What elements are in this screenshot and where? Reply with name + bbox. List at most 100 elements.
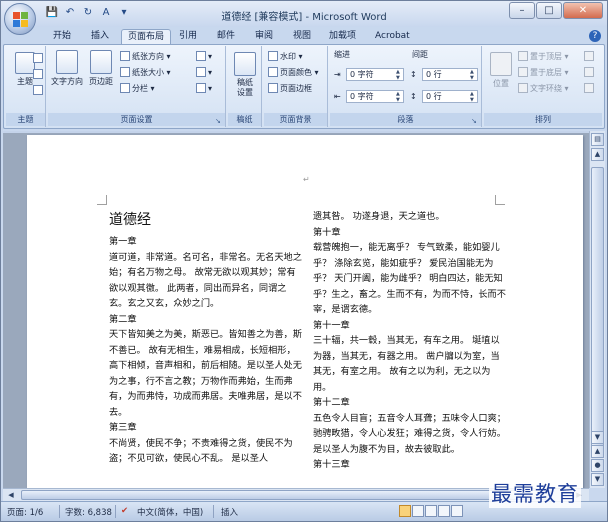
web-layout-view-icon[interactable] xyxy=(425,505,437,517)
help-icon[interactable]: ? xyxy=(589,30,601,42)
scroll-down-icon[interactable]: ▼ xyxy=(591,431,604,444)
align-icon[interactable] xyxy=(584,50,596,63)
browse-object-icon[interactable]: ● xyxy=(591,459,604,472)
indent-left-input[interactable]: 0 字符 xyxy=(346,68,404,81)
office-button[interactable] xyxy=(4,3,36,35)
orientation-button[interactable]: 纸张方向 ▾ xyxy=(120,50,171,63)
vertical-scroll-thumb[interactable] xyxy=(591,167,604,457)
breaks-button[interactable]: ▾ xyxy=(196,50,212,63)
tab-review[interactable]: 审阅 xyxy=(249,29,279,44)
tab-references[interactable]: 引用 xyxy=(173,29,203,44)
bring-to-front-icon xyxy=(518,51,528,61)
indent-right-input[interactable]: 0 字符 xyxy=(346,90,404,103)
tab-mailings[interactable]: 邮件 xyxy=(211,29,241,44)
draft-view-icon[interactable] xyxy=(451,505,463,517)
chapter-text: 遗其咎。 功遂身退，天之道也。 xyxy=(313,211,445,222)
line-numbers-button[interactable]: ▾ xyxy=(196,66,212,79)
group-label-arrange: 排列 xyxy=(484,113,602,126)
spacing-after-input[interactable]: 0 行 xyxy=(422,90,478,103)
outline-view-icon[interactable] xyxy=(438,505,450,517)
tab-home[interactable]: 开始 xyxy=(47,29,77,44)
language-indicator[interactable]: 中文(简体，中国) xyxy=(137,506,203,518)
ruler-toggle-icon[interactable]: ▤ xyxy=(591,133,604,146)
previous-page-icon[interactable]: ▲ xyxy=(591,445,604,458)
full-screen-reading-view-icon[interactable] xyxy=(412,505,424,517)
tab-addins[interactable]: 加载项 xyxy=(323,29,362,44)
group-label-theme: 主题 xyxy=(6,113,45,126)
chapter-text: 五色令人目盲；五音令人耳聋；五味令人口爽；驰骋畋猎，令人心发狂；难得之货，令人行… xyxy=(313,412,506,455)
chapter-heading: 第二章 xyxy=(109,313,137,325)
group-label-page-background: 页面背景 xyxy=(264,113,327,126)
document-area: ↵ 道德经 第一章 道可道，非常道。名可名，非常名。无名天地之始；有名万物之母。… xyxy=(3,131,589,488)
spacing-after-icon: ↕ xyxy=(410,92,417,101)
line-numbers-icon xyxy=(196,67,206,77)
next-page-icon[interactable]: ▼ xyxy=(591,473,604,486)
page-setup-launcher-icon[interactable]: ↘ xyxy=(215,117,223,125)
group-objects-icon[interactable] xyxy=(584,66,596,79)
ribbon-tabs: 开始 插入 页面布局 引用 邮件 审阅 视图 加载项 Acrobat ? xyxy=(1,27,607,44)
text-direction-button[interactable]: 文字方向 xyxy=(50,50,84,87)
word-window: 💾 ↶ ↻ A ▾ 道德经 [兼容模式] - Microsoft Word – … xyxy=(0,0,608,522)
page-borders-button[interactable]: 页面边框 xyxy=(268,82,312,95)
document-right-column: 遗其咎。 功遂身退，天之道也。 第十章 载营魄抱一，能无离乎？ 专气致柔，能如婴… xyxy=(313,209,507,473)
document-page[interactable]: ↵ 道德经 第一章 道可道，非常道。名可名，非常名。无名天地之始；有名万物之母。… xyxy=(27,135,583,488)
page-color-button[interactable]: 页面颜色 ▾ xyxy=(268,66,319,79)
page-borders-icon xyxy=(268,83,278,93)
scroll-up-icon[interactable]: ▲ xyxy=(591,148,604,161)
group-label-paragraph: 段落 xyxy=(330,113,481,126)
wrap-text-button[interactable]: 文字环绕 ▾ xyxy=(518,82,569,95)
group-paragraph: 缩进 间距 ⇥ 0 字符 ⇤ 0 字符 ↕ 0 行 ↕ 0 行 段落 ↘ xyxy=(330,46,482,127)
watermark-button[interactable]: 水印 ▾ xyxy=(268,50,303,63)
proofing-icon[interactable]: ✔ xyxy=(121,506,128,516)
spacing-before-input[interactable]: 0 行 xyxy=(422,68,478,81)
print-layout-view-icon[interactable] xyxy=(399,505,411,517)
minimize-button[interactable]: – xyxy=(509,2,535,19)
tab-acrobat[interactable]: Acrobat xyxy=(369,29,416,44)
send-to-back-button[interactable]: 置于底层 ▾ xyxy=(518,66,569,79)
chapter-text: 不尚贤，使民不争；不贵难得之货，使民不为盗；不见可欲，使民心不乱。 是以圣人 xyxy=(109,437,293,465)
group-arrange: 位置 置于顶层 ▾ 置于底层 ▾ 文字环绕 ▾ 排列 xyxy=(484,46,602,127)
indent-right-icon: ⇤ xyxy=(334,92,341,101)
size-button[interactable]: 纸张大小 ▾ xyxy=(120,66,171,79)
tab-insert[interactable]: 插入 xyxy=(85,29,115,44)
position-button[interactable]: 位置 xyxy=(488,52,514,89)
wrap-text-icon xyxy=(518,83,528,93)
group-draft-paper: 稿纸设置 稿纸 xyxy=(228,46,262,127)
rotate-icon[interactable] xyxy=(584,82,596,95)
bring-to-front-button[interactable]: 置于顶层 ▾ xyxy=(518,50,569,63)
paper-size-icon xyxy=(120,67,130,77)
scroll-left-icon[interactable]: ◀ xyxy=(5,490,17,500)
draft-paper-settings-button[interactable]: 稿纸设置 xyxy=(232,52,258,98)
vertical-scrollbar[interactable]: ▤ ▲ ▼ ▲ ● ▼ xyxy=(589,131,605,488)
tab-view[interactable]: 视图 xyxy=(287,29,317,44)
chapter-heading: 第十二章 xyxy=(313,397,350,408)
chapter-heading: 第一章 xyxy=(109,236,137,247)
group-theme: 主题 主题 xyxy=(6,46,46,127)
document-left-column: 道德经 第一章 道可道，非常道。名可名，非常名。无名天地之始；有名万物之母。 故… xyxy=(109,209,303,467)
draft-paper-icon xyxy=(234,52,256,76)
maximize-button[interactable]: □ xyxy=(536,2,562,19)
margins-button[interactable]: 页边距 xyxy=(86,50,116,87)
tab-page-layout[interactable]: 页面布局 xyxy=(121,29,172,44)
paragraph-launcher-icon[interactable]: ↘ xyxy=(471,117,479,125)
indent-label: 缩进 xyxy=(334,50,350,59)
status-separator xyxy=(213,505,214,518)
indent-left-icon: ⇥ xyxy=(334,70,341,79)
insert-mode-indicator[interactable]: 插入 xyxy=(221,506,238,518)
watermark-icon xyxy=(268,51,278,61)
theme-fonts-icon[interactable] xyxy=(33,68,45,81)
text-direction-icon xyxy=(56,50,78,74)
horizontal-scroll-thumb[interactable] xyxy=(21,490,551,500)
word-count[interactable]: 字数: 6,838 xyxy=(65,506,112,518)
theme-effects-icon[interactable] xyxy=(33,84,45,97)
columns-button[interactable]: 分栏 ▾ xyxy=(120,82,155,95)
office-logo-icon xyxy=(13,12,28,27)
hyphenation-button[interactable]: ▾ xyxy=(196,82,212,95)
breaks-icon xyxy=(196,51,206,61)
close-button[interactable]: ✕ xyxy=(563,2,603,19)
theme-colors-icon[interactable] xyxy=(33,52,45,65)
chapter-heading: 第三章 xyxy=(109,422,137,433)
page-indicator[interactable]: 页面: 1/6 xyxy=(7,506,43,518)
columns-icon xyxy=(120,83,130,93)
status-separator xyxy=(115,505,116,518)
